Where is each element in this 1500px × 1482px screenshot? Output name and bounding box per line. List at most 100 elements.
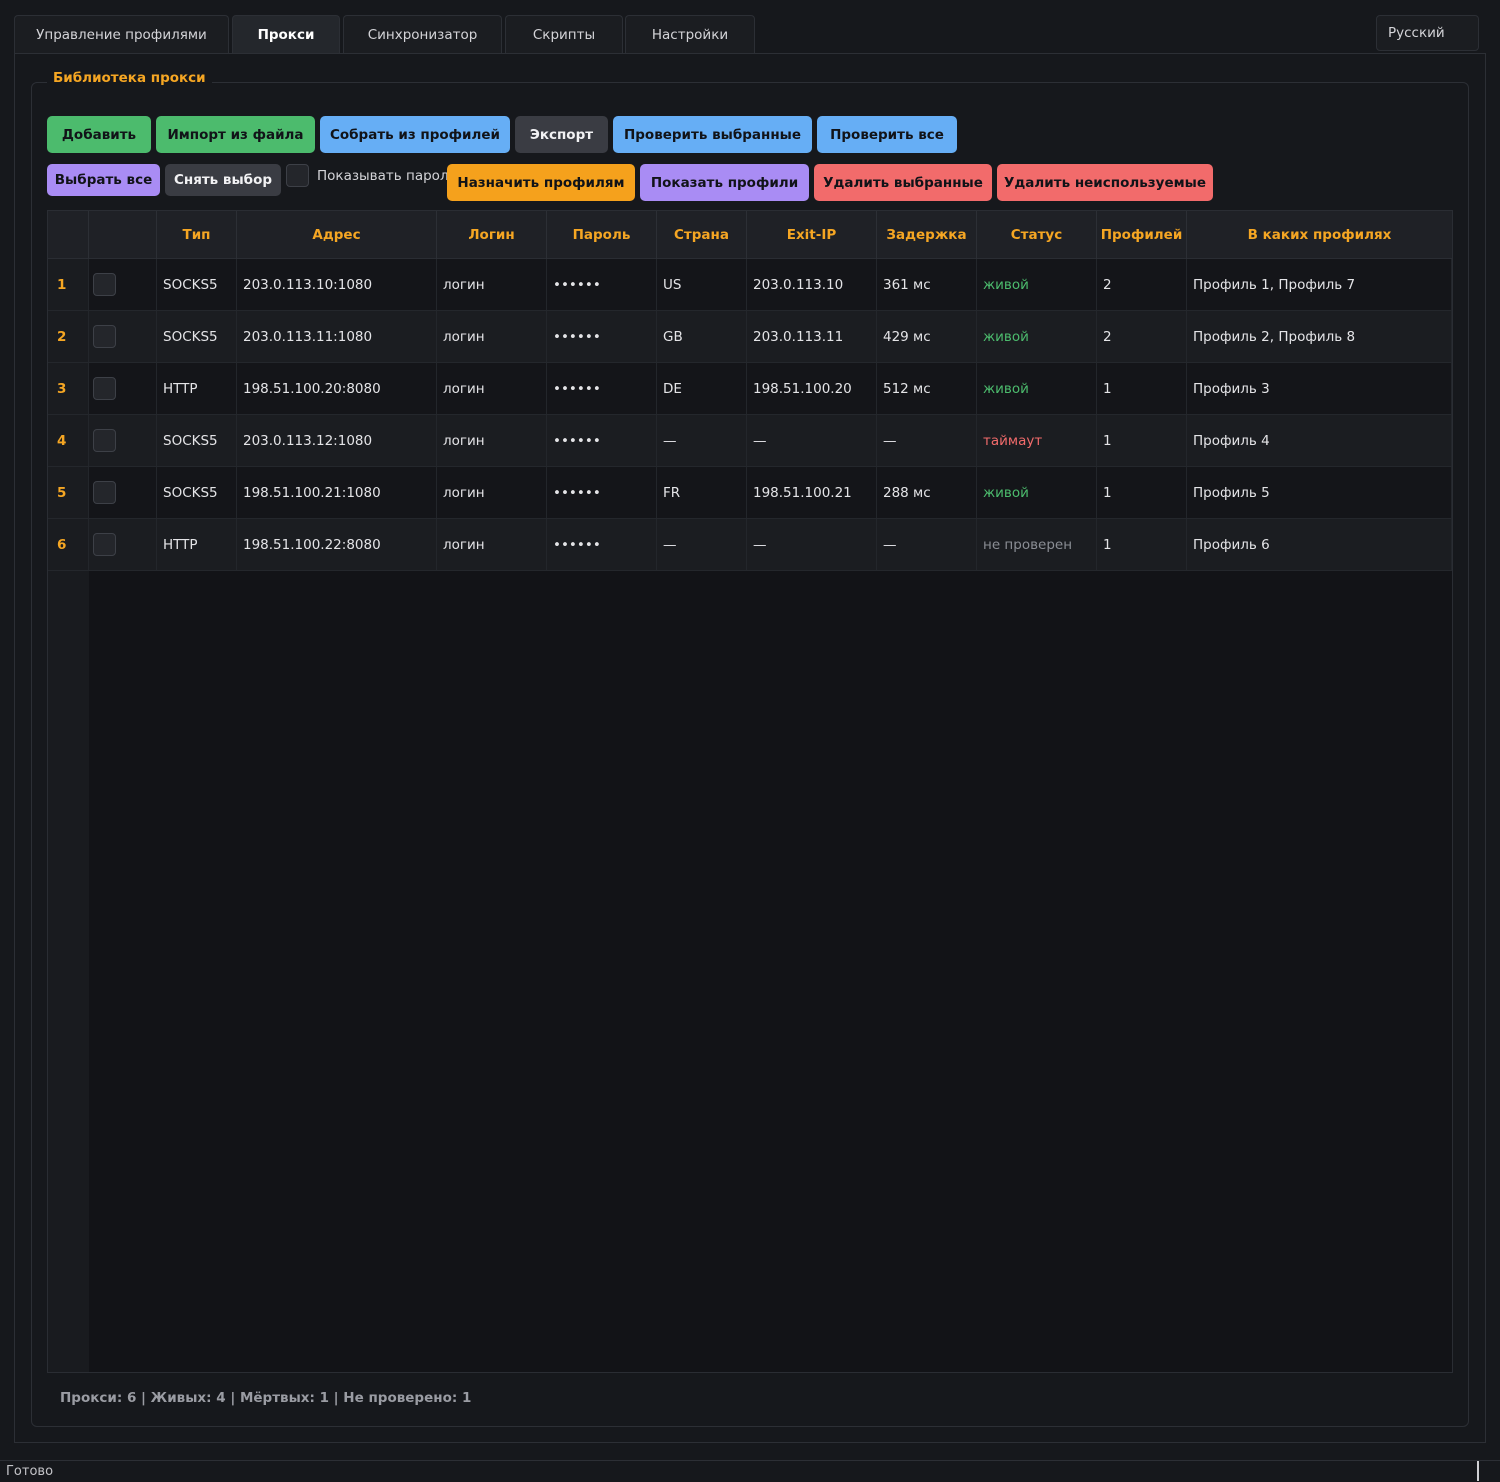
check-all-button[interactable]: Проверить все [817, 116, 957, 153]
select-all-button[interactable]: Выбрать все [47, 164, 160, 196]
cell-type: SOCKS5 [157, 467, 237, 518]
cell-password: •••••• [547, 467, 657, 518]
header-latency[interactable]: Задержка [877, 211, 977, 259]
header-profiles[interactable]: В каких профилях [1187, 211, 1452, 259]
cell-status: живой [977, 467, 1097, 518]
row-number[interactable]: 5 [48, 467, 89, 518]
cell-profiles: Профиль 5 [1187, 467, 1452, 518]
cell-latency: 429 мс [877, 311, 977, 362]
table-row[interactable]: 1 SOCKS5 203.0.113.10:1080 логин •••••• US 203… [48, 259, 1452, 311]
table-row[interactable]: 2 SOCKS5 203.0.113.11:1080 логин •••••• GB 203… [48, 311, 1452, 363]
row-checkbox[interactable] [93, 481, 116, 504]
cell-country: — [657, 415, 747, 466]
cell-profiles: Профиль 6 [1187, 519, 1452, 570]
header-type[interactable]: Тип [157, 211, 237, 259]
cell-address: 203.0.113.12:1080 [237, 415, 437, 466]
cell-address: 203.0.113.11:1080 [237, 311, 437, 362]
show-profiles-button[interactable]: Показать профили [640, 164, 809, 201]
cell-latency: 288 мс [877, 467, 977, 518]
table-row[interactable]: 5 SOCKS5 198.51.100.21:1080 логин •••••• FR 19… [48, 467, 1452, 519]
cell-status: таймаут [977, 415, 1097, 466]
cell-address: 198.51.100.22:8080 [237, 519, 437, 570]
cell-login: логин [437, 259, 547, 310]
cell-profile-count: 1 [1097, 467, 1187, 518]
cell-login: логин [437, 363, 547, 414]
cell-profile-count: 2 [1097, 311, 1187, 362]
cell-profile-count: 1 [1097, 415, 1187, 466]
tab-proxy[interactable]: Прокси [232, 15, 340, 54]
delete-unused-button[interactable]: Удалить неиспользуемые [997, 164, 1213, 201]
table-row[interactable]: 3 HTTP 198.51.100.20:8080 логин •••••• DE 198.… [48, 363, 1452, 415]
row-checkbox[interactable] [93, 325, 116, 348]
header-select[interactable] [89, 211, 157, 259]
language-select[interactable]: Русский [1376, 15, 1479, 51]
cell-password: •••••• [547, 259, 657, 310]
cell-type: SOCKS5 [157, 415, 237, 466]
row-checkbox-cell [89, 519, 157, 570]
cell-status: живой [977, 259, 1097, 310]
cell-address: 198.51.100.21:1080 [237, 467, 437, 518]
header-profile-count[interactable]: Профилей [1097, 211, 1187, 259]
show-passwords-label: Показывать пароли [317, 168, 458, 184]
cell-profiles: Профиль 4 [1187, 415, 1452, 466]
cell-country: FR [657, 467, 747, 518]
tab-synchronizer[interactable]: Синхронизатор [343, 15, 502, 54]
cell-login: логин [437, 519, 547, 570]
cell-exit-ip: 203.0.113.11 [747, 311, 877, 362]
tab-bar: Управление профилями Прокси Синхронизато… [14, 15, 1486, 54]
row-number[interactable]: 3 [48, 363, 89, 414]
cell-profiles: Профиль 1, Профиль 7 [1187, 259, 1452, 310]
cell-login: логин [437, 467, 547, 518]
cell-login: логин [437, 311, 547, 362]
status-separator [1477, 1461, 1479, 1481]
cell-password: •••••• [547, 363, 657, 414]
tab-profiles[interactable]: Управление профилями [14, 15, 229, 54]
header-exit-ip[interactable]: Exit-IP [747, 211, 877, 259]
delete-selected-button[interactable]: Удалить выбранные [814, 164, 992, 201]
cell-profile-count: 1 [1097, 519, 1187, 570]
row-number[interactable]: 1 [48, 259, 89, 310]
row-checkbox[interactable] [93, 273, 116, 296]
row-checkbox-cell [89, 415, 157, 466]
row-checkbox[interactable] [93, 533, 116, 556]
header-country[interactable]: Страна [657, 211, 747, 259]
table-header: Тип Адрес Логин Пароль Страна Exit-IP За… [48, 211, 1452, 259]
header-corner[interactable] [48, 211, 89, 259]
add-button[interactable]: Добавить [47, 116, 151, 153]
cell-country: GB [657, 311, 747, 362]
import-button[interactable]: Импорт из файла [156, 116, 315, 153]
row-number[interactable]: 6 [48, 519, 89, 570]
row-number[interactable]: 4 [48, 415, 89, 466]
proxy-stats: Прокси: 6 | Живых: 4 | Мёртвых: 1 | Не п… [60, 1390, 472, 1406]
header-status[interactable]: Статус [977, 211, 1097, 259]
header-login[interactable]: Логин [437, 211, 547, 259]
header-password[interactable]: Пароль [547, 211, 657, 259]
cell-country: DE [657, 363, 747, 414]
deselect-button[interactable]: Снять выбор [165, 164, 281, 196]
cell-type: SOCKS5 [157, 311, 237, 362]
row-checkbox-cell [89, 259, 157, 310]
check-selected-button[interactable]: Проверить выбранные [613, 116, 812, 153]
row-checkbox[interactable] [93, 429, 116, 452]
export-button[interactable]: Экспорт [515, 116, 608, 153]
cell-exit-ip: 203.0.113.10 [747, 259, 877, 310]
show-passwords-checkbox[interactable] [286, 164, 309, 187]
assign-to-profiles-button[interactable]: Назначить профилям [447, 164, 635, 201]
table-row[interactable]: 4 SOCKS5 203.0.113.12:1080 логин •••••• — — — та… [48, 415, 1452, 467]
row-checkbox[interactable] [93, 377, 116, 400]
cell-password: •••••• [547, 415, 657, 466]
cell-exit-ip: — [747, 519, 877, 570]
collect-from-profiles-button[interactable]: Собрать из профилей [320, 116, 510, 153]
cell-status: живой [977, 311, 1097, 362]
tab-scripts[interactable]: Скрипты [505, 15, 623, 54]
header-address[interactable]: Адрес [237, 211, 437, 259]
cell-exit-ip: 198.51.100.20 [747, 363, 877, 414]
tab-settings[interactable]: Настройки [625, 15, 755, 54]
table-row[interactable]: 6 HTTP 198.51.100.22:8080 логин •••••• — — — не … [48, 519, 1452, 571]
cell-password: •••••• [547, 311, 657, 362]
cell-latency: — [877, 415, 977, 466]
cell-profile-count: 2 [1097, 259, 1187, 310]
row-number[interactable]: 2 [48, 311, 89, 362]
cell-password: •••••• [547, 519, 657, 570]
status-bar: Готово [0, 1460, 1500, 1482]
